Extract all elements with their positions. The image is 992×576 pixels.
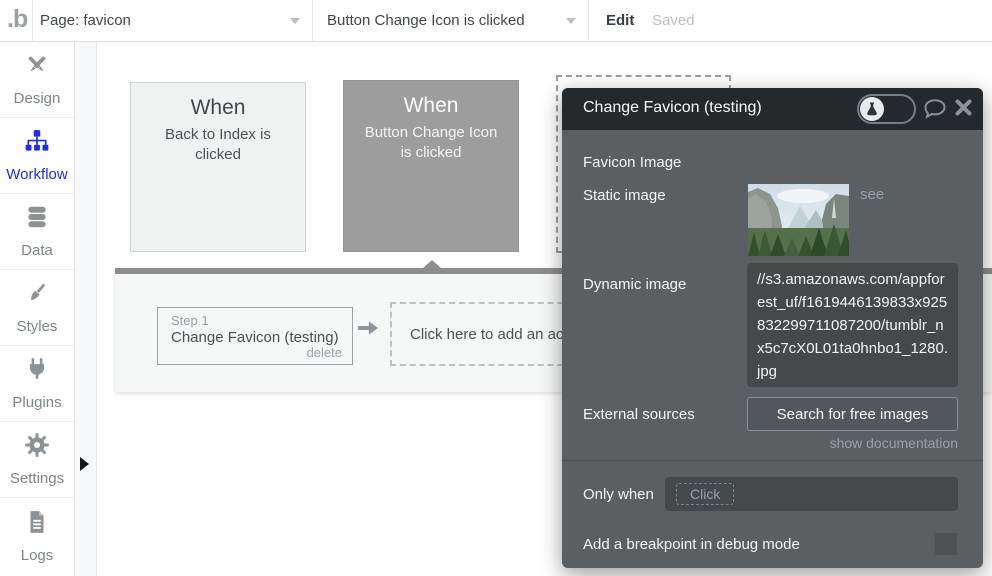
breakpoint-label: Add a breakpoint in debug mode	[583, 536, 800, 553]
modal-header[interactable]: Change Favicon (testing)	[562, 88, 983, 130]
design-tools-icon	[24, 52, 50, 83]
arrow-right-icon	[358, 320, 378, 341]
static-image-label: Static image	[583, 187, 666, 204]
bubble-logo: .b	[7, 5, 27, 34]
sidebar-item-plugins[interactable]: Plugins	[0, 346, 74, 422]
flask-icon	[860, 97, 884, 121]
event-card-subtitle: Back to Index is clicked	[145, 125, 291, 165]
document-icon	[24, 509, 50, 540]
modal-divider	[562, 460, 983, 461]
sidebar-item-label: Design	[14, 90, 61, 107]
step-title: Change Favicon (testing)	[171, 329, 339, 346]
show-documentation-link[interactable]: show documentation	[830, 435, 958, 451]
bubble-editor: .b Page: favicon Button Change Icon is c…	[0, 0, 992, 576]
dynamic-image-input[interactable]: //s3.amazonaws.com/appforest_uf/f1619446…	[747, 263, 958, 387]
sitemap-icon	[24, 128, 50, 159]
favicon-image-label: Favicon Image	[583, 154, 681, 171]
only-when-label: Only when	[583, 486, 654, 503]
event-card-back-to-index[interactable]: When Back to Index is clicked	[130, 82, 306, 252]
event-selector[interactable]: Button Change Icon is clicked	[327, 12, 525, 29]
event-card-title: When	[344, 94, 518, 118]
saved-status: Saved	[652, 12, 695, 29]
step-1-box[interactable]: Step 1 Change Favicon (testing) delete	[157, 307, 353, 365]
breakpoint-checkbox[interactable]	[935, 533, 957, 555]
modal-title: Change Favicon (testing)	[583, 99, 762, 117]
step-delete-link[interactable]: delete	[307, 345, 342, 360]
sidebar-item-label: Plugins	[12, 394, 61, 411]
sidebar-item-label: Data	[21, 242, 53, 259]
sidebar-item-styles[interactable]: Styles	[0, 270, 74, 346]
expand-panel-arrow-icon[interactable]	[80, 457, 89, 471]
event-card-title: When	[131, 96, 305, 120]
comment-icon[interactable]	[923, 98, 947, 124]
close-icon[interactable]	[954, 98, 973, 122]
left-sidebar: Design Workflow Data	[0, 42, 75, 576]
sidebar-item-label: Settings	[10, 470, 64, 487]
topbar-divider	[588, 0, 589, 42]
topbar-divider	[312, 0, 313, 42]
chevron-down-icon[interactable]	[290, 18, 300, 24]
paintbrush-icon	[24, 280, 50, 311]
gear-icon	[24, 432, 50, 463]
add-action-label: Click here to add an ac	[410, 326, 563, 343]
collapsed-panel-strip	[76, 42, 97, 576]
change-favicon-modal: Change Favicon (testing) Favicon Imag	[562, 88, 983, 568]
chevron-down-icon[interactable]	[566, 18, 576, 24]
sidebar-item-logs[interactable]: Logs	[0, 498, 74, 574]
external-sources-label: External sources	[583, 406, 695, 423]
search-free-images-button[interactable]: Search for free images	[747, 397, 958, 431]
topbar-divider	[32, 0, 33, 42]
step-number: Step 1	[171, 313, 209, 328]
event-card-subtitle: Button Change Icon is clicked	[358, 123, 504, 163]
sidebar-item-data[interactable]: Data	[0, 194, 74, 270]
only-when-input[interactable]: Click	[665, 477, 958, 511]
event-card-button-change-icon[interactable]: When Button Change Icon is clicked	[343, 80, 519, 252]
database-icon	[24, 204, 50, 235]
edit-button[interactable]: Edit	[606, 12, 634, 29]
static-image-thumbnail[interactable]	[748, 184, 849, 256]
sidebar-item-workflow[interactable]: Workflow	[0, 118, 74, 194]
dynamic-image-label: Dynamic image	[583, 276, 686, 293]
sidebar-item-design[interactable]: Design	[0, 42, 74, 118]
sidebar-item-label: Logs	[21, 547, 54, 564]
sidebar-item-label: Workflow	[6, 166, 67, 183]
test-mode-toggle[interactable]	[857, 94, 916, 124]
static-image-hint: see	[860, 186, 884, 203]
top-bar: .b Page: favicon Button Change Icon is c…	[0, 0, 992, 42]
plug-icon	[24, 356, 50, 387]
only-when-placeholder: Click	[676, 483, 734, 505]
page-selector[interactable]: Page: favicon	[40, 12, 131, 29]
step-panel-caret-up	[423, 260, 441, 268]
sidebar-item-label: Styles	[17, 318, 58, 335]
sidebar-item-settings[interactable]: Settings	[0, 422, 74, 498]
